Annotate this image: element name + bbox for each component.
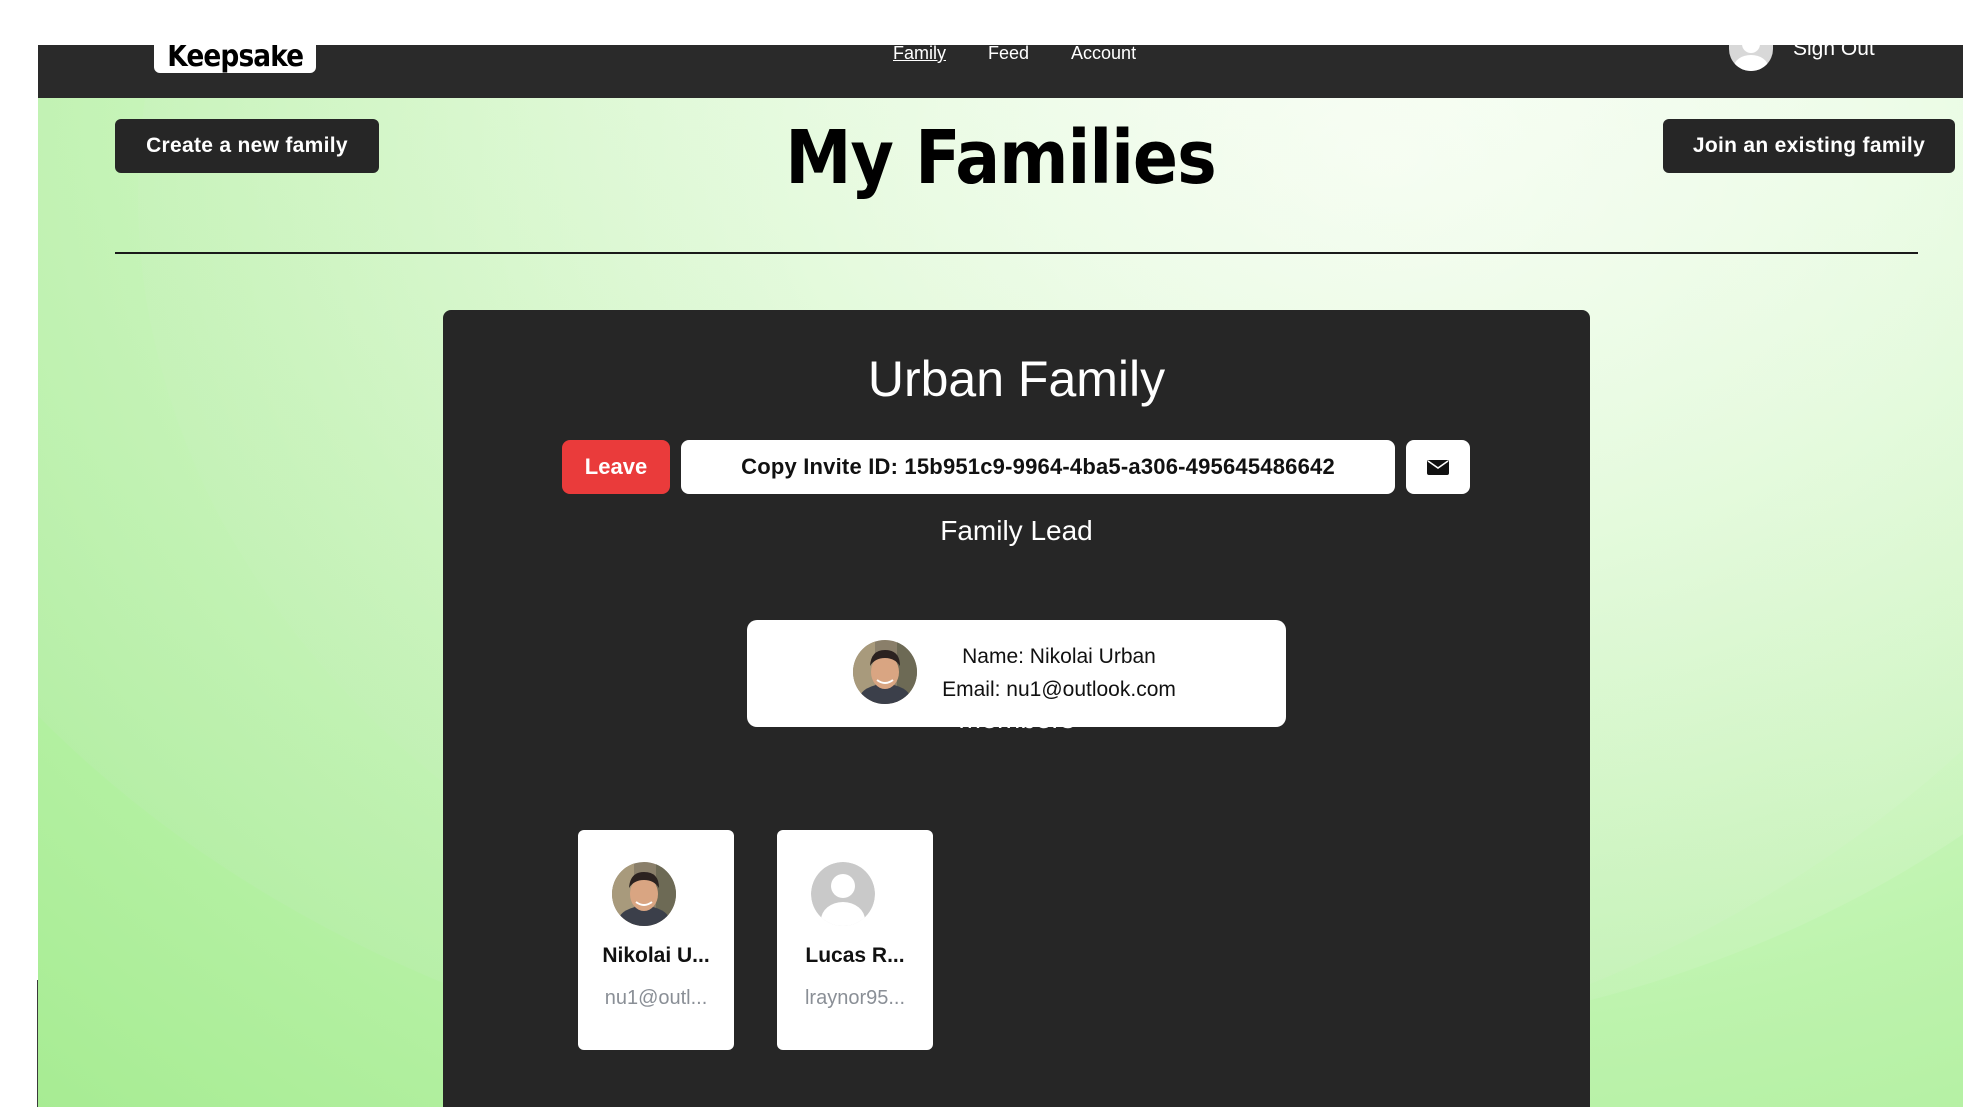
member-email: lraynor95... <box>804 987 906 1009</box>
join-family-button[interactable]: Join an existing family <box>1663 119 1955 173</box>
member-card[interactable]: Nikolai U... nu1@outl... <box>578 830 734 1050</box>
copy-invite-id-button[interactable]: Copy Invite ID: 15b951c9-9964-4ba5-a306-… <box>681 440 1395 494</box>
members-heading: Members <box>958 703 1075 734</box>
main-nav: Family Feed Account <box>893 45 1178 62</box>
keepsake-logo[interactable]: Keepsake <box>154 45 316 73</box>
envelope-icon <box>1427 460 1449 475</box>
member-card[interactable]: Lucas R... lraynor95... <box>777 830 933 1050</box>
family-card: Urban Family Leave Copy Invite ID: 15b95… <box>443 310 1590 1107</box>
sign-out-button[interactable]: Sign Out <box>1793 45 1875 61</box>
member-avatar <box>612 862 676 926</box>
nav-account-link[interactable]: Account <box>1071 45 1136 62</box>
page-background: Keepsake Family Feed Account Sign Out Cr… <box>38 45 1963 1107</box>
member-name: Nikolai U... <box>602 944 710 967</box>
family-lead-heading: Family Lead <box>940 515 1093 546</box>
nav-feed-link[interactable]: Feed <box>988 45 1029 62</box>
member-email: nu1@outl... <box>604 987 708 1009</box>
family-name: Urban Family <box>867 351 1166 407</box>
user-avatar-icon[interactable] <box>1729 45 1773 71</box>
nav-family-link[interactable]: Family <box>893 45 946 62</box>
lead-name: Name: Nikolai Urban <box>962 645 1156 668</box>
logo-text: Keepsake <box>167 45 304 74</box>
default-user-icon <box>811 862 875 926</box>
lead-info: Name: Nikolai Urban Email: nu1@outlook.c… <box>939 640 1179 706</box>
lead-avatar <box>853 640 917 704</box>
member-name: Lucas R... <box>805 944 905 967</box>
email-invite-button[interactable] <box>1406 440 1470 494</box>
top-navbar: Keepsake Family Feed Account Sign Out <box>38 45 1963 98</box>
lead-email: Email: nu1@outlook.com <box>942 678 1176 701</box>
header-divider <box>115 252 1918 254</box>
leave-family-button[interactable]: Leave <box>562 440 670 494</box>
